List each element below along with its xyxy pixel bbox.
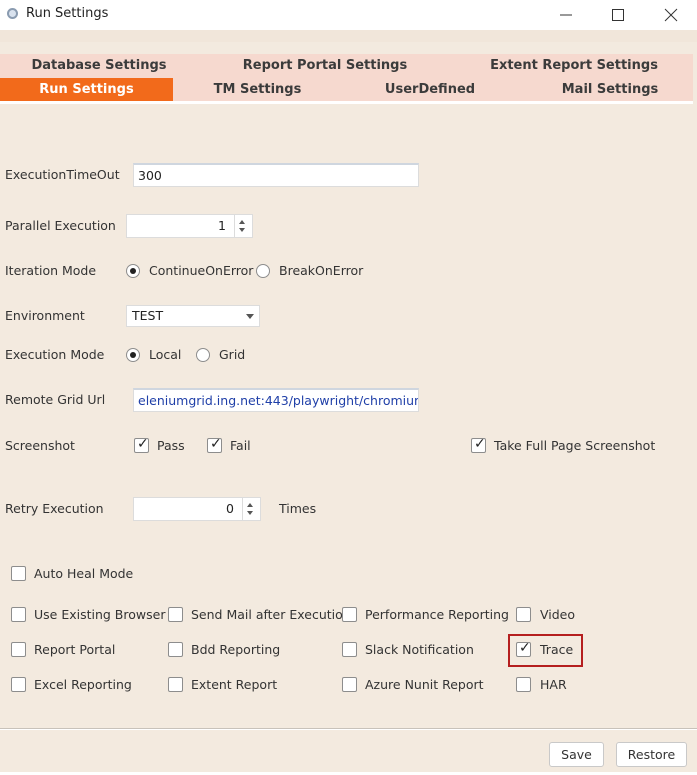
footer-divider-highlight: [0, 729, 697, 730]
spin-up-icon[interactable]: [239, 220, 245, 224]
video-checkbox[interactable]: [516, 607, 531, 622]
excel-reporting-checkbox[interactable]: [11, 677, 26, 692]
check-icon: ✓: [137, 436, 149, 452]
bdd-reporting-checkbox[interactable]: [168, 642, 183, 657]
screenshot-label: Screenshot: [5, 438, 75, 453]
title-bar: Run Settings: [0, 0, 697, 30]
spin-down-icon[interactable]: [239, 228, 245, 232]
retry-times-label: Times: [279, 501, 317, 516]
check-icon: ✓: [210, 436, 222, 452]
parallel-execution-label: Parallel Execution: [5, 218, 116, 233]
local-label: Local: [149, 347, 182, 362]
execution-mode-label: Execution Mode: [5, 347, 105, 362]
environment-value: TEST: [132, 308, 164, 323]
radio-local[interactable]: [126, 348, 140, 362]
tab-run-settings[interactable]: Run Settings: [0, 78, 173, 102]
continue-on-error-label: ContinueOnError: [149, 263, 254, 278]
report-portal-label: Report Portal: [34, 642, 116, 657]
retry-execution-stepper[interactable]: [242, 498, 260, 520]
screenshot-pass-checkbox[interactable]: ✓: [134, 436, 149, 453]
tab-tm-settings[interactable]: TM Settings: [200, 78, 315, 102]
parallel-execution-spinner[interactable]: 1: [126, 214, 253, 238]
check-icon: ✓: [474, 436, 486, 452]
tab-bar: Database Settings Report Portal Settings…: [0, 54, 693, 102]
radio-break-on-error[interactable]: [256, 264, 270, 278]
close-icon: [664, 8, 678, 22]
bdd-reporting-label: Bdd Reporting: [191, 642, 281, 657]
minimize-icon: [560, 14, 572, 16]
report-portal-checkbox[interactable]: [11, 642, 26, 657]
retry-execution-spinner[interactable]: 0: [133, 497, 261, 521]
iteration-mode-label: Iteration Mode: [5, 263, 97, 278]
grid-label: Grid: [219, 347, 246, 362]
minimize-button[interactable]: [543, 0, 589, 30]
auto-heal-checkbox[interactable]: [11, 566, 26, 581]
remote-grid-url-input[interactable]: eleniumgrid.ing.net:443/playwright/chrom…: [133, 388, 419, 412]
extent-report-label: Extent Report: [191, 677, 278, 692]
save-button[interactable]: Save: [549, 742, 604, 767]
tab-userdefined[interactable]: UserDefined: [375, 78, 485, 102]
screenshot-pass-label: Pass: [157, 438, 185, 453]
tab-divider: [0, 101, 693, 104]
tab-extent-report-settings[interactable]: Extent Report Settings: [490, 54, 658, 78]
extent-report-checkbox[interactable]: [168, 677, 183, 692]
settings-app-icon: [7, 8, 18, 19]
close-button[interactable]: [648, 0, 694, 30]
excel-reporting-label: Excel Reporting: [34, 677, 132, 692]
radio-continue-on-error[interactable]: [126, 264, 140, 278]
environment-label: Environment: [5, 308, 85, 323]
maximize-button[interactable]: [595, 0, 641, 30]
screenshot-fail-label: Fail: [230, 438, 251, 453]
remote-grid-url-label: Remote Grid Url: [5, 392, 106, 407]
radio-selected-dot: [130, 268, 136, 274]
break-on-error-label: BreakOnError: [279, 263, 364, 278]
har-label: HAR: [540, 677, 567, 692]
restore-button[interactable]: Restore: [616, 742, 687, 767]
parallel-execution-value: 1: [218, 218, 226, 233]
slack-notification-label: Slack Notification: [365, 642, 474, 657]
chevron-down-icon: [246, 314, 254, 319]
environment-select[interactable]: TEST: [126, 305, 260, 327]
full-page-screenshot-checkbox[interactable]: ✓: [471, 436, 486, 453]
full-page-screenshot-label: Take Full Page Screenshot: [494, 438, 656, 453]
parallel-execution-stepper[interactable]: [234, 215, 252, 237]
maximize-icon: [612, 9, 624, 21]
send-mail-label: Send Mail after Execution: [191, 607, 351, 622]
azure-nunit-report-checkbox[interactable]: [342, 677, 357, 692]
trace-label: Trace: [540, 642, 574, 657]
window-title: Run Settings: [26, 6, 109, 21]
auto-heal-label: Auto Heal Mode: [34, 566, 134, 581]
azure-nunit-report-label: Azure Nunit Report: [365, 677, 484, 692]
screenshot-fail-checkbox[interactable]: ✓: [207, 436, 222, 453]
har-checkbox[interactable]: [516, 677, 531, 692]
use-existing-browser-label: Use Existing Browser: [34, 607, 166, 622]
send-mail-checkbox[interactable]: [168, 607, 183, 622]
execution-timeout-label: ExecutionTimeOut: [5, 167, 120, 182]
trace-checkbox[interactable]: ✓: [516, 640, 531, 657]
tab-database-settings[interactable]: Database Settings: [24, 54, 174, 78]
spin-down-icon[interactable]: [247, 511, 253, 515]
performance-reporting-label: Performance Reporting: [365, 607, 509, 622]
performance-reporting-checkbox[interactable]: [342, 607, 357, 622]
spin-up-icon[interactable]: [247, 503, 253, 507]
retry-execution-value: 0: [226, 501, 234, 516]
title-strip: [0, 30, 697, 42]
use-existing-browser-checkbox[interactable]: [11, 607, 26, 622]
radio-selected-dot: [130, 352, 136, 358]
video-label: Video: [540, 607, 576, 622]
execution-timeout-input[interactable]: 300: [133, 163, 419, 187]
check-icon: ✓: [519, 640, 531, 656]
tab-mail-settings[interactable]: Mail Settings: [555, 78, 665, 102]
tab-report-portal-settings[interactable]: Report Portal Settings: [240, 54, 410, 78]
radio-grid[interactable]: [196, 348, 210, 362]
retry-execution-label: Retry Execution: [5, 501, 104, 516]
slack-notification-checkbox[interactable]: [342, 642, 357, 657]
